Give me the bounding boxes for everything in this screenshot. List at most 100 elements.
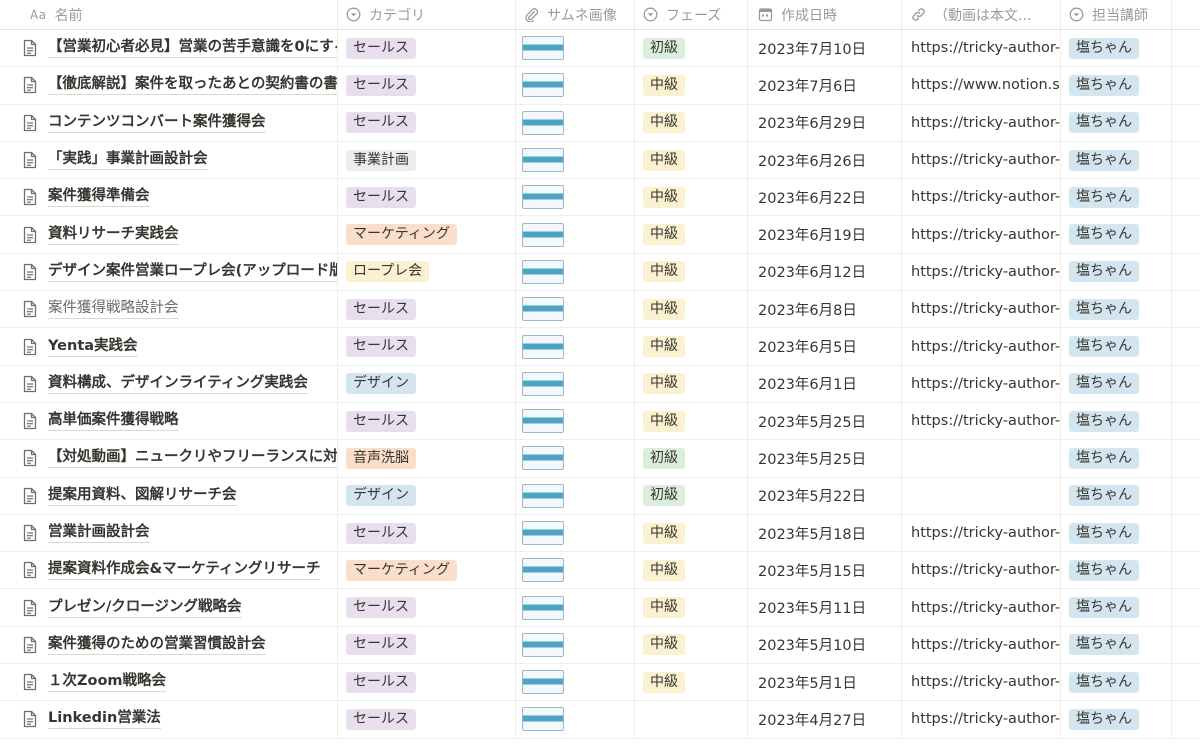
video-url-cell[interactable]: https://tricky-author- [902, 291, 1061, 328]
thumbnail-cell[interactable] [516, 514, 635, 552]
page-title[interactable]: 【対処動画】ニュークリやフリーランスに対して [48, 448, 337, 469]
phase-cell[interactable]: 中級 [635, 589, 748, 626]
name-cell[interactable]: 資料リサーチ実践会 [0, 216, 338, 253]
thumbnail-image[interactable] [522, 670, 564, 695]
video-url-cell[interactable]: https://tricky-author- [902, 402, 1061, 440]
thumbnail-image[interactable] [522, 446, 564, 471]
page-title[interactable]: Yenta実践会 [48, 337, 138, 357]
thumbnail-image[interactable] [522, 185, 564, 210]
thumbnail-image[interactable] [522, 632, 564, 657]
video-url-link[interactable]: https://tricky-author- [911, 637, 1060, 653]
thumbnail-image[interactable] [522, 558, 564, 583]
page-title[interactable]: 提案用資料、図解リサーチ会 [48, 486, 237, 506]
phase-cell[interactable]: 中級 [635, 216, 748, 253]
thumbnail-cell[interactable] [516, 589, 635, 626]
page-title[interactable]: 資料リサーチ実践会 [48, 225, 179, 245]
teacher-cell[interactable]: 塩ちゃん [1061, 253, 1172, 291]
phase-cell[interactable]: 中級 [635, 328, 748, 365]
category-cell[interactable]: セールス [338, 402, 516, 440]
thumbnail-cell[interactable] [516, 552, 635, 589]
column-header-category[interactable]: カテゴリ [338, 0, 516, 29]
name-cell[interactable]: 高単価案件獲得戦略 [0, 402, 338, 440]
name-cell[interactable]: 資料構成、デザインライティング実践会 [0, 365, 338, 402]
name-cell[interactable]: 営業計画設計会 [0, 514, 338, 552]
thumbnail-image[interactable] [522, 259, 564, 284]
category-cell[interactable]: セールス [338, 589, 516, 626]
thumbnail-cell[interactable] [516, 701, 635, 738]
thumbnail-cell[interactable] [516, 104, 635, 141]
page-title[interactable]: 資料構成、デザインライティング実践会 [48, 374, 308, 394]
teacher-cell[interactable]: 塩ちゃん [1061, 365, 1172, 402]
category-cell[interactable]: セールス [338, 626, 516, 664]
category-cell[interactable]: セールス [338, 514, 516, 552]
page-title[interactable]: 提案資料作成会&マーケティングリサーチ [48, 560, 321, 581]
page-title[interactable]: プレゼン/クロージング戦略会 [48, 598, 242, 618]
teacher-cell[interactable]: 塩ちゃん [1061, 402, 1172, 440]
teacher-cell[interactable]: 塩ちゃん [1061, 179, 1172, 216]
phase-cell[interactable]: 中級 [635, 402, 748, 440]
table-row[interactable]: 「実践」事業計画設計会 事業計画 中級 2023年6月26日 https://t… [0, 141, 1200, 180]
category-cell[interactable]: 事業計画 [338, 141, 516, 179]
page-title[interactable]: コンテンツコンバート案件獲得会 [48, 113, 266, 133]
thumbnail-image[interactable] [522, 371, 564, 396]
table-row[interactable]: 営業計画設計会 セールス 中級 2023年5月18日 https://trick… [0, 514, 1200, 553]
teacher-cell[interactable]: 塩ちゃん [1061, 67, 1172, 104]
table-row[interactable]: 【営業初心者必見】営業の苦手意識を0にする セールス 初級 2023年7月10日… [0, 30, 1200, 68]
video-url-link[interactable]: https://tricky-author- [911, 40, 1060, 56]
phase-cell[interactable]: 中級 [635, 664, 748, 701]
thumbnail-image[interactable] [522, 73, 564, 98]
teacher-cell[interactable]: 塩ちゃん [1061, 141, 1172, 179]
video-url-cell[interactable]: https://tricky-author- [902, 328, 1061, 365]
name-cell[interactable]: 案件獲得戦略設計会 [0, 291, 338, 328]
table-row[interactable]: 資料リサーチ実践会 マーケティング 中級 2023年6月19日 https://… [0, 216, 1200, 254]
table-row[interactable]: 案件獲得戦略設計会 セールス 中級 2023年6月8日 https://tric… [0, 291, 1200, 329]
thumbnail-cell[interactable] [516, 253, 635, 291]
page-title[interactable]: １次Zoom戦略会 [48, 672, 167, 693]
page-title[interactable]: 案件獲得準備会 [48, 187, 150, 208]
name-cell[interactable]: １次Zoom戦略会 [0, 664, 338, 701]
column-header-created[interactable]: 作成日時 [748, 0, 902, 29]
column-header-name[interactable]: Aa 名前 [0, 0, 338, 29]
video-url-cell[interactable]: https://tricky-author- [902, 141, 1061, 179]
video-url-link[interactable]: https://tricky-author- [911, 227, 1060, 243]
video-url-cell[interactable]: https://tricky-author- [902, 664, 1061, 701]
phase-cell[interactable]: 中級 [635, 365, 748, 402]
phase-cell[interactable]: 中級 [635, 253, 748, 291]
video-url-cell[interactable]: https://tricky-author- [902, 589, 1061, 626]
category-cell[interactable]: セールス [338, 291, 516, 328]
phase-cell[interactable]: 中級 [635, 104, 748, 141]
video-url-link[interactable]: https://tricky-author- [911, 600, 1060, 616]
video-url-link[interactable]: https://tricky-author- [911, 339, 1060, 355]
page-title[interactable]: 営業計画設計会 [48, 523, 150, 543]
phase-cell[interactable]: 中級 [635, 141, 748, 179]
column-header-video[interactable]: （動画は本文... [902, 0, 1061, 29]
category-cell[interactable]: ロープレ会 [338, 253, 516, 291]
video-url-link[interactable]: https://tricky-author- [911, 376, 1060, 392]
teacher-cell[interactable]: 塩ちゃん [1061, 626, 1172, 664]
video-url-cell[interactable]: https://tricky-author- [902, 626, 1061, 664]
table-row[interactable]: 高単価案件獲得戦略 セールス 中級 2023年5月25日 https://tri… [0, 402, 1200, 441]
table-row[interactable]: プレゼン/クロージング戦略会 セールス 中級 2023年5月11日 https:… [0, 589, 1200, 627]
video-url-cell[interactable]: https://tricky-author- [902, 514, 1061, 552]
name-cell[interactable]: 「実践」事業計画設計会 [0, 141, 338, 179]
name-cell[interactable]: 案件獲得準備会 [0, 179, 338, 216]
page-title[interactable]: デザイン案件営業ロープレ会(アップロード版) [48, 262, 337, 282]
category-cell[interactable]: セールス [338, 664, 516, 701]
video-url-link[interactable]: https://tricky-author- [911, 413, 1060, 429]
teacher-cell[interactable]: 塩ちゃん [1061, 291, 1172, 328]
teacher-cell[interactable]: 塩ちゃん [1061, 589, 1172, 626]
teacher-cell[interactable]: 塩ちゃん [1061, 514, 1172, 552]
name-cell[interactable]: Yenta実践会 [0, 328, 338, 365]
column-header-thumbnail[interactable]: サムネ画像 [516, 0, 635, 29]
table-row[interactable]: 案件獲得準備会 セールス 中級 2023年6月22日 https://trick… [0, 179, 1200, 217]
teacher-cell[interactable]: 塩ちゃん [1061, 701, 1172, 738]
teacher-cell[interactable]: 塩ちゃん [1061, 552, 1172, 589]
category-cell[interactable]: セールス [338, 104, 516, 141]
category-cell[interactable]: セールス [338, 701, 516, 738]
thumbnail-cell[interactable] [516, 402, 635, 440]
page-title[interactable]: Linkedin営業法 [48, 709, 161, 730]
name-cell[interactable]: コンテンツコンバート案件獲得会 [0, 104, 338, 141]
name-cell[interactable]: プレゼン/クロージング戦略会 [0, 589, 338, 626]
thumbnail-image[interactable] [522, 521, 564, 545]
category-cell[interactable]: マーケティング [338, 216, 516, 253]
